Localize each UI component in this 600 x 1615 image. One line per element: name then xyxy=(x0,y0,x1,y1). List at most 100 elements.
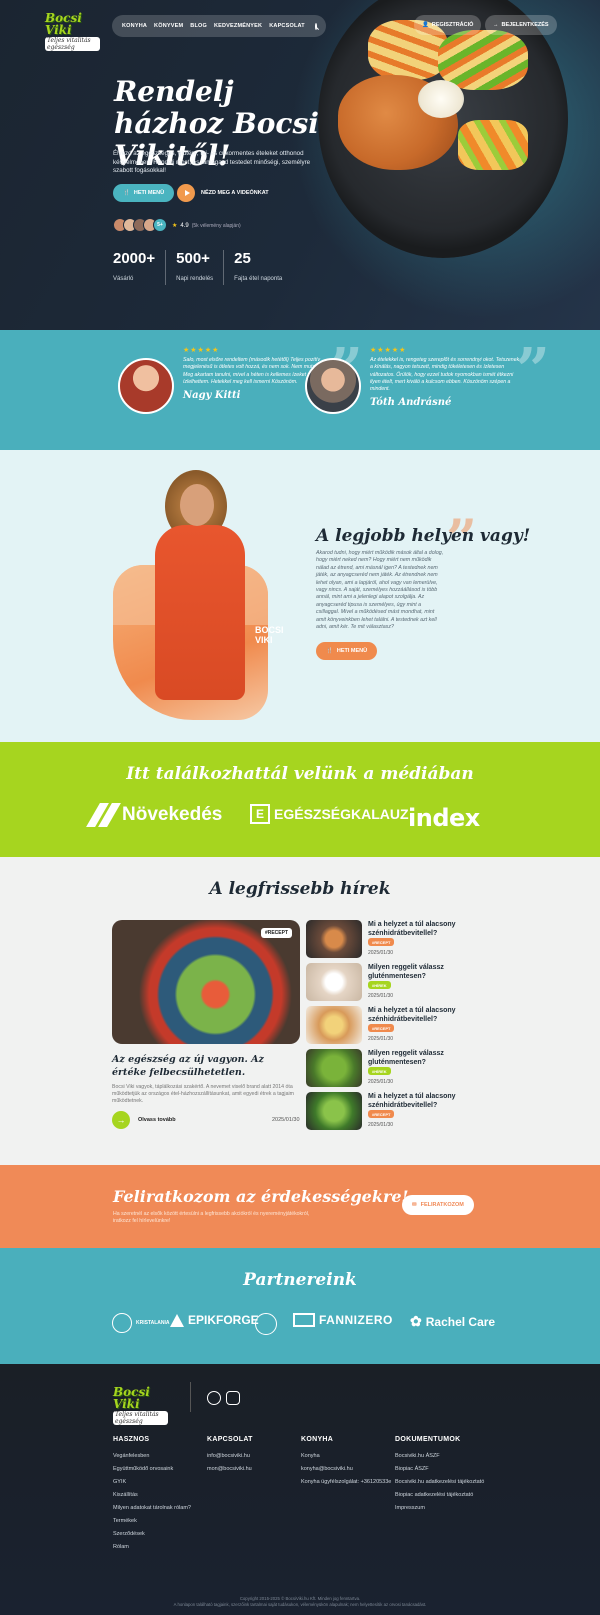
partners-section: Partnereink KRISTALANIA EPIKFORGE FANNIZ… xyxy=(0,1248,600,1364)
egeszsegkalauz-mark-icon: E xyxy=(250,804,270,824)
register-button[interactable]: 👤 REGISZTRÁCIÓ xyxy=(414,15,482,35)
cutlery-icon: 🍴 xyxy=(123,190,130,196)
facebook-icon[interactable] xyxy=(207,1391,221,1405)
footer-divider xyxy=(190,1382,191,1412)
newsletter-text: Ha szeretnél az elsők között értesülni a… xyxy=(113,1211,310,1224)
search-icon[interactable] xyxy=(314,22,317,30)
news-list-item[interactable]: Mi a helyzet a túl alacsony szénhidrátbe… xyxy=(306,1092,496,1130)
epikforge-mark-icon xyxy=(170,1313,184,1327)
login-button[interactable]: → BEJELENTKEZÉS xyxy=(485,15,557,35)
news-thumb xyxy=(306,1006,362,1044)
footer-link[interactable]: Konyha ügyfélszolgálat: +36120533e xyxy=(301,1479,391,1485)
cutlery-icon: 🍴 xyxy=(326,648,333,654)
media-section: Itt találkozhattál velünk a médiában Növ… xyxy=(0,742,600,857)
weekly-menu-button[interactable]: 🍴 HETI MENÜ xyxy=(316,642,378,660)
footer-link[interactable]: Milyen adatokat tárolnak rólam? xyxy=(113,1505,191,1511)
stat-customers: 2000+ Vásárló xyxy=(113,250,167,285)
kristalania-mark-icon xyxy=(112,1313,132,1333)
footer-link[interactable]: Biopiac adatkezelési tájékoztató xyxy=(395,1492,484,1498)
footer-link[interactable]: info@bocsiviki.hu xyxy=(207,1453,253,1459)
news-list-item[interactable]: Milyen reggelit válassz gluténmentesen? … xyxy=(306,1049,496,1087)
footer-link[interactable]: Kiszállítás xyxy=(113,1492,191,1498)
nav-item-blog[interactable]: BLOG xyxy=(190,23,207,29)
newsletter-section: Feliratkozom az érdekességekre! Ha szere… xyxy=(0,1165,600,1248)
index-logo[interactable]: index xyxy=(408,804,480,832)
copyright: Copyright 2015-2025 © BocsiViki.hu Kft. … xyxy=(173,1596,427,1607)
footer-link[interactable]: konyha@bocsiviki.hu xyxy=(301,1466,391,1472)
about-section: BOCSI VIKI ” A legjobb helyen vagy! Akar… xyxy=(0,450,600,742)
news-thumb xyxy=(306,920,362,958)
footer-link[interactable]: GYIK xyxy=(113,1479,191,1485)
novekedes-logo[interactable]: Növekedés xyxy=(90,804,222,826)
customer-avatars: 5+ xyxy=(113,218,167,232)
footer-logo[interactable]: Bocsi Viki Teljes vitalitás egészség xyxy=(113,1386,168,1425)
footer-col-dokumentumok: DOKUMENTUMOK Bocsiviki.hu ÁSZF Biopiac Á… xyxy=(395,1436,485,1511)
featured-tag: #RECEPT xyxy=(260,928,292,938)
egeszsegkalauz-logo[interactable]: E EGÉSZSÉGKALAUZ xyxy=(250,804,409,824)
footer-link[interactable]: Termékek xyxy=(113,1518,191,1524)
nav-item-kedvezmenyek[interactable]: KEDVEZMÉNYEK xyxy=(214,23,262,29)
news-title: A legfrissebb hírek xyxy=(209,879,391,899)
hero-food-image xyxy=(318,0,568,258)
footer-link[interactable]: Bocsiviki.hu adatkezelési tájékoztató xyxy=(395,1479,484,1485)
nav-item-konyha[interactable]: KONYHA xyxy=(122,23,147,29)
footer-link[interactable]: Bocsiviki.hu ÁSZF xyxy=(395,1453,484,1459)
footer: Bocsi Viki Teljes vitalitás egészség HAS… xyxy=(0,1364,600,1615)
testimonials-section: ” ★★★★★ Salo, most elsőre rendeltem (más… xyxy=(0,330,600,450)
featured-news-desc: Bocsi Viki vagyok, táplálkozási szakértő… xyxy=(112,1084,294,1104)
footer-link[interactable]: Biopiac ÁSZF xyxy=(395,1466,484,1472)
stat-orders: 500+ Napi rendelés xyxy=(176,250,225,285)
arrow-right-icon: → xyxy=(112,1111,130,1129)
site-logo[interactable]: Bocsi Viki Teljes vitalitás egészség xyxy=(45,12,100,51)
news-list-item[interactable]: Mi a helyzet a túl alacsony szénhidrátbe… xyxy=(306,920,496,958)
footer-link[interactable]: Impresszum xyxy=(395,1505,484,1511)
footer-link[interactable]: Együttműködő orvosaink xyxy=(113,1466,191,1472)
footer-link[interactable]: Szerződések xyxy=(113,1531,191,1537)
newsletter-title: Feliratkozom az érdekességekre! xyxy=(113,1187,409,1206)
testimonial-card: ” ★★★★★ Az ételekkel is, rengeteg szerep… xyxy=(305,341,550,436)
news-thumb xyxy=(306,1092,362,1130)
instagram-icon[interactable] xyxy=(226,1391,240,1405)
rachel-care-logo[interactable]: ✿ Rachel Care xyxy=(410,1313,495,1330)
play-icon xyxy=(177,184,195,202)
footer-link[interactable]: Vegánfelesben xyxy=(113,1453,191,1459)
news-thumb xyxy=(306,963,362,1001)
avatars-more-badge: 5+ xyxy=(153,218,167,232)
footer-link[interactable]: Konyha xyxy=(301,1453,391,1459)
video-button[interactable]: NÉZD MEG A VIDEÓNKAT xyxy=(177,184,269,202)
flower-icon: ✿ xyxy=(410,1313,422,1329)
main-nav: KONYHA KÖNYVEM BLOG KEDVEZMÉNYEK KAPCSOL… xyxy=(112,15,326,37)
partner-emblem-logo[interactable] xyxy=(255,1313,277,1335)
nav-item-kapcsolat[interactable]: KAPCSOLAT xyxy=(269,23,305,29)
hero-stats: 2000+ Vásárló 500+ Napi rendelés 25 Fajta é… xyxy=(113,250,302,285)
mail-icon: ✉ xyxy=(412,1202,417,1208)
footer-link[interactable]: mon@bocsiviki.hu xyxy=(207,1466,253,1472)
featured-news-title[interactable]: Az egészség az új vagyon. Az értéke felb… xyxy=(112,1053,300,1079)
testimonial-photo xyxy=(118,358,174,414)
fannizero-logo[interactable]: FANNIZERO xyxy=(293,1313,393,1327)
novekedes-mark-icon xyxy=(90,804,118,826)
read-more-button[interactable]: → Olvass tovább xyxy=(112,1111,176,1129)
fannizero-mark-icon xyxy=(293,1313,315,1327)
weekly-menu-button[interactable]: 🍴 HETI MENÜ xyxy=(113,184,175,202)
stat-dishes: 25 Fajta étel naponta xyxy=(234,250,283,282)
user-plus-icon: 👤 xyxy=(422,22,429,28)
epikforge-logo[interactable]: EPIKFORGE xyxy=(170,1313,259,1327)
footer-link[interactable]: Rólam xyxy=(113,1544,191,1550)
featured-news-image[interactable]: #RECEPT xyxy=(112,920,300,1044)
star-icon: ★ xyxy=(172,223,178,229)
bocsi-viki-photo xyxy=(145,470,260,700)
news-list-item[interactable]: Milyen reggelit válassz gluténmentesen? … xyxy=(306,963,496,1001)
nav-item-konyvem[interactable]: KÖNYVEM xyxy=(154,23,183,29)
news-list-item[interactable]: Mi a helyzet a túl alacsony szénhidrátbe… xyxy=(306,1006,496,1044)
about-text: Akarod tudni, hogy miért működik mások á… xyxy=(316,550,444,631)
subscribe-button[interactable]: ✉ FELIRATKOZOM xyxy=(402,1195,474,1215)
quote-icon: ” xyxy=(515,336,550,406)
testimonial-photo xyxy=(305,358,361,414)
hero-description: Élvezd az egészséges, glutén-, tej- és c… xyxy=(113,150,311,174)
about-title: A legjobb helyen vagy! xyxy=(316,526,531,546)
kristalania-logo[interactable]: KRISTALANIA xyxy=(112,1313,170,1333)
media-title: Itt találkozhattál velünk a médiában xyxy=(126,764,474,784)
login-icon: → xyxy=(493,22,499,28)
footer-col-konyha: KONYHA Konyha konyha@bocsiviki.hu Konyha… xyxy=(301,1436,392,1485)
